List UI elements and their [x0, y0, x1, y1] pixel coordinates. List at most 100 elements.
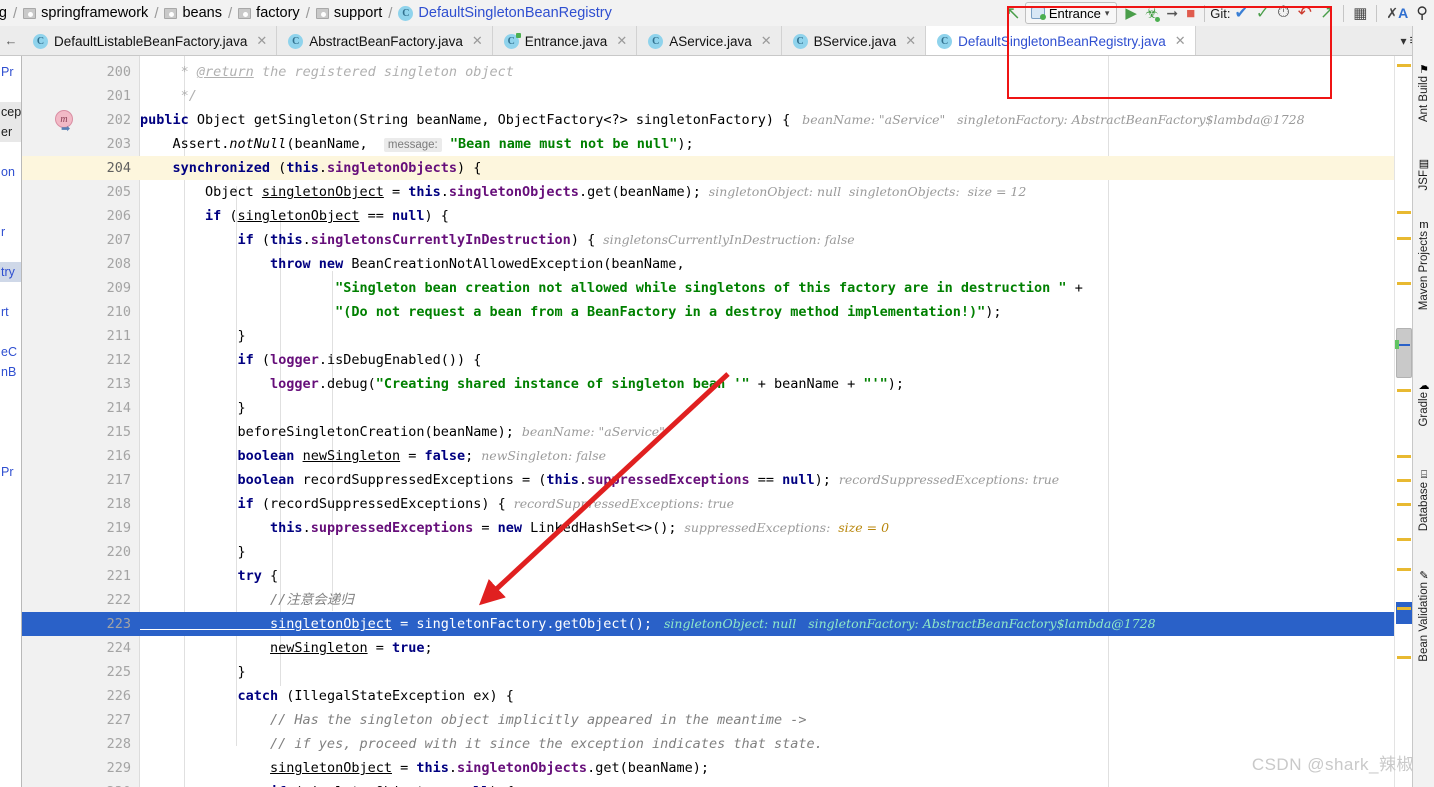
breadcrumb-item-org[interactable]: org	[0, 5, 7, 21]
code-token: Object	[196, 112, 246, 128]
git-rollback-button[interactable]: ↶	[1294, 2, 1316, 24]
breadcrumb-item-beans[interactable]: beans	[164, 5, 222, 21]
code-token: .	[318, 160, 327, 176]
code-line[interactable]: boolean newSingleton = false; newSinglet…	[140, 444, 1394, 468]
top-bar: org / springframework / beans / factory / suppor…	[0, 0, 1434, 26]
code-line[interactable]: }	[140, 396, 1394, 420]
code-line[interactable]: Object singletonObject = this.singletonO…	[140, 180, 1394, 204]
code-line[interactable]: "Singleton bean creation not allowed whi…	[140, 276, 1394, 300]
line-number: 209	[106, 280, 131, 296]
code-line[interactable]: */	[140, 84, 1394, 108]
code-token: *	[140, 64, 197, 80]
project-tree-item[interactable]: try	[0, 262, 21, 282]
breadcrumb-item-support[interactable]: support	[315, 5, 382, 21]
code-line[interactable]: try {	[140, 564, 1394, 588]
tool-window-button-ant-build[interactable]: Ant Build ⚑	[1413, 60, 1434, 122]
project-tree-item[interactable]: r	[0, 222, 21, 242]
code-line[interactable]: throw new BeanCreationNotAllowedExceptio…	[140, 252, 1394, 276]
tab-scroll-left-icon[interactable]: ←	[0, 26, 22, 55]
project-tree-item[interactable]: eC	[0, 342, 21, 362]
close-icon[interactable]: ✕	[472, 33, 483, 49]
close-icon[interactable]: ✕	[616, 33, 627, 49]
git-update-button[interactable]: ✔	[1230, 2, 1251, 24]
tool-window-button-bean-validation[interactable]: Bean Validation ✎	[1413, 566, 1434, 662]
breadcrumb: org / springframework / beans / factory / suppor…	[0, 0, 612, 26]
code-line[interactable]: singletonObject = this.singletonObjects.…	[140, 756, 1394, 780]
code-token: singletonObject	[261, 184, 384, 200]
navigate-back-icon[interactable]: ↖	[1002, 2, 1025, 24]
implements-arrow-icon[interactable]: ➡	[61, 122, 70, 135]
editor-gutter[interactable]: 200 201 202 203 204 205 206 207 208 209 210 211 212 2…	[22, 56, 164, 787]
debug-button[interactable]: ☣	[1141, 2, 1162, 24]
git-push-button[interactable]: ↗	[1316, 2, 1338, 24]
code-line[interactable]: beforeSingletonCreation(beanName); beanN…	[140, 420, 1394, 444]
project-tree-item[interactable]: on	[0, 162, 21, 182]
project-tree-item[interactable]: rt	[0, 302, 21, 322]
code-line[interactable]: "(Do not request a bean from a BeanFacto…	[140, 300, 1394, 324]
search-everywhere-button[interactable]: ⚲	[1412, 2, 1432, 24]
code-line[interactable]: synchronized (this.singletonObjects) {	[140, 156, 1394, 180]
code-token: synchronized	[140, 160, 271, 176]
code-line[interactable]: catch (IllegalStateException ex) {	[140, 684, 1394, 708]
code-line[interactable]: if (singletonObject == null) {	[140, 780, 1394, 787]
git-history-button[interactable]: ⏱	[1273, 2, 1293, 24]
editor-marker-bar[interactable]	[1394, 56, 1412, 787]
editor-tab-aservice[interactable]: C AService.java ✕	[637, 26, 782, 55]
code-line[interactable]: }	[140, 660, 1394, 684]
editor-tab-entrance[interactable]: C Entrance.java ✕	[492, 26, 638, 55]
code-line[interactable]: public Object getSingleton(String beanNa…	[140, 108, 1394, 132]
close-icon[interactable]: ✕	[761, 33, 772, 49]
close-icon[interactable]: ✕	[256, 33, 267, 49]
editor-tab-bservice[interactable]: C BService.java ✕	[781, 26, 927, 55]
close-icon[interactable]: ✕	[1175, 33, 1186, 49]
breadcrumb-item-defaultsingletonbeanregistry[interactable]: C DefaultSingletonBeanRegistry	[398, 5, 612, 21]
code-line[interactable]: newSingleton = true;	[140, 636, 1394, 660]
run-button[interactable]: ▶	[1121, 2, 1141, 24]
project-tree-item[interactable]: er	[0, 122, 21, 142]
tool-window-button-jsf[interactable]: JSF ▤	[1413, 154, 1434, 190]
tool-window-button-gradle[interactable]: Gradle ☁	[1413, 376, 1434, 427]
run-configuration-selector[interactable]: Entrance ▾	[1024, 2, 1118, 24]
code-editor[interactable]: * @return the registered singleton objec…	[140, 56, 1394, 787]
code-line[interactable]: Assert.notNull(beanName, message: "Bean …	[140, 132, 1394, 156]
tool-window-button-maven-projects[interactable]: Maven Projects m	[1413, 216, 1434, 310]
editor-tab-defaultsingletonbeanregistry[interactable]: C DefaultSingletonBeanRegistry.java ✕	[926, 26, 1196, 55]
code-line[interactable]: this.suppressedExceptions = new LinkedHa…	[140, 516, 1394, 540]
project-tool-window-clipped[interactable]: Pr cep er on r try rt eC nB Pr	[0, 56, 22, 787]
code-line[interactable]: if (this.singletonsCurrentlyInDestructio…	[140, 228, 1394, 252]
translate-button[interactable]: ✗ A	[1382, 2, 1412, 24]
code-line[interactable]: logger.debug("Creating shared instance o…	[140, 372, 1394, 396]
code-line[interactable]: singletonObject = singletonFactory.getOb…	[140, 612, 1394, 636]
code-line[interactable]: if (recordSuppressedExceptions) { record…	[140, 492, 1394, 516]
editor-tab-abstractbeanfactory[interactable]: C AbstractBeanFactory.java ✕	[277, 26, 493, 55]
code-line[interactable]: * @return the registered singleton objec…	[140, 60, 1394, 84]
code-line[interactable]: // if yes, proceed with it since the exc…	[140, 732, 1394, 756]
editor-scrollbar-thumb[interactable]	[1396, 328, 1412, 378]
git-commit-button[interactable]: ✓	[1252, 2, 1273, 24]
code-line[interactable]: boolean recordSuppressedExceptions = (th…	[140, 468, 1394, 492]
code-line[interactable]: // Has the singleton object implicitly a…	[140, 708, 1394, 732]
code-token: "'"	[863, 376, 888, 392]
project-tree-item[interactable]: Pr	[0, 62, 21, 82]
stop-button[interactable]: ■	[1182, 2, 1199, 24]
code-line[interactable]: if (logger.isDebugEnabled()) {	[140, 348, 1394, 372]
tool-window-button-database[interactable]: Database ⌸	[1413, 466, 1434, 531]
run-with-coverage-button[interactable]: ➞	[1162, 2, 1182, 24]
code-token: singletonObjects	[326, 160, 458, 176]
project-structure-button[interactable]: ▦	[1349, 2, 1371, 24]
project-tree-item[interactable]: Pr	[0, 462, 21, 482]
code-line[interactable]: }	[140, 540, 1394, 564]
project-tree-item[interactable]: nB	[0, 362, 21, 382]
code-line[interactable]: }	[140, 324, 1394, 348]
code-line[interactable]: //注意会递归	[140, 588, 1394, 612]
project-tree-item[interactable]: cep	[0, 102, 21, 122]
breadcrumb-item-springframework[interactable]: springframework	[23, 5, 148, 21]
code-token: logger	[270, 376, 319, 392]
breadcrumb-item-factory[interactable]: factory	[238, 5, 300, 21]
close-icon[interactable]: ✕	[905, 33, 916, 49]
code-token: ==	[359, 208, 392, 224]
editor-tab-defaultlistablebeanfactory[interactable]: C DefaultListableBeanFactory.java ✕	[22, 26, 278, 55]
line-number: 210	[106, 304, 131, 320]
code-line[interactable]: if (singletonObject == null) {	[140, 204, 1394, 228]
